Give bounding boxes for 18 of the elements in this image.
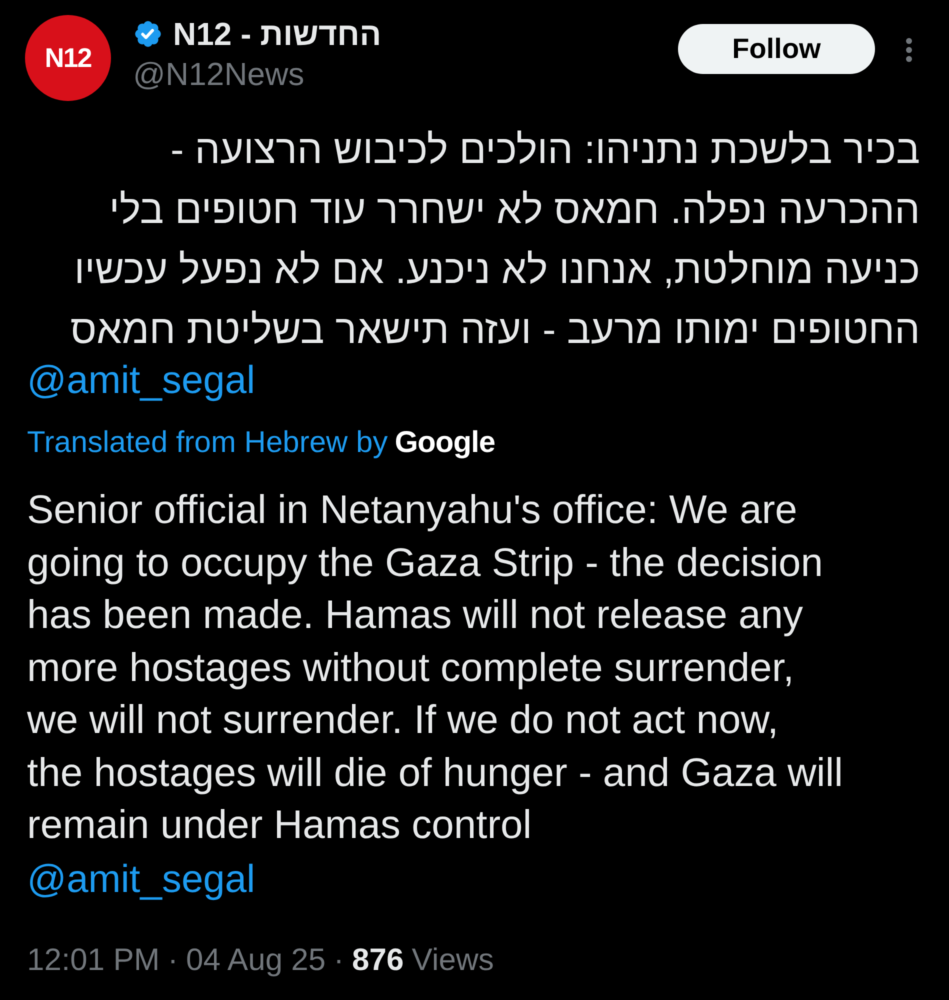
avatar[interactable]: N12 [25,15,111,101]
views-count: 876 [352,940,404,978]
google-wordmark: Google [394,426,496,460]
account-name[interactable]: N12 - החדשות [173,15,382,53]
hebrew-post-text: בכיר בלשכת נתניהו: הולכים לכיבוש הרצועה - ההכרעה נפלה. חמאס לא ישחרר עוד חטופים בלי כניעה מוחלטת, אנחנו לא ניכנע. אם לא נפעל עכשיו החטופים ימותו מרעב - ועזה תישאר בשליטת חמאס [69,127,920,354]
translation-label[interactable]: Translated from Hebrew by [27,426,388,460]
post-time[interactable]: 12:01 PM [27,940,160,980]
post-date[interactable]: 04 Aug 25 [186,940,326,980]
mention-link[interactable]: @amit_segal [27,359,256,402]
logo-text: N12 [44,42,92,75]
follow-button[interactable]: Follow [678,24,875,74]
translated-post-text: Senior official in Netanyahu's office: We are going to occupy the Gaza Strip - the decision has been made. Hamas will not release any more hostages without complete surrender, we will not surrender. If we do not act now, the hostages will die of hunger - and Gaza will remain under Hamas control [27,487,844,849]
views-label: Views [412,940,494,978]
more-options-icon[interactable] [905,37,913,63]
account-handle[interactable]: @N12News [133,54,382,94]
separator-dot: · [168,940,178,978]
mention-link[interactable]: @amit_segal [27,858,256,900]
separator-dot: · [334,940,344,978]
